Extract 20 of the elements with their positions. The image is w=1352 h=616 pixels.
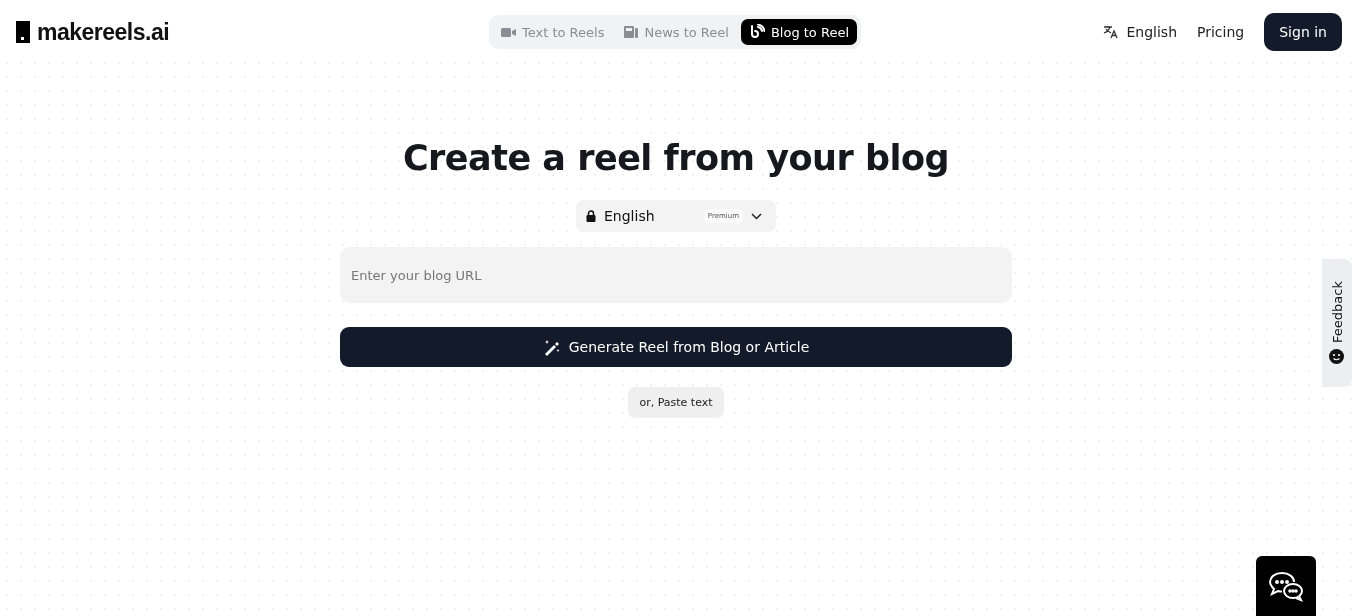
generate-button[interactable]: Generate Reel from Blog or Article (340, 327, 1012, 367)
url-input-field[interactable]: Enter your blog URL (340, 247, 1012, 303)
chat-bubbles-icon (1268, 570, 1304, 602)
video-camera-icon (500, 26, 516, 38)
mode-tab[interactable]: Blog to Reel (740, 19, 857, 45)
blog-feed-icon (748, 24, 765, 40)
logo-text[interactable]: makereels.ai (37, 18, 170, 46)
feedback-tab[interactable]: Feedback (1322, 259, 1352, 387)
smiley-icon (1329, 349, 1345, 365)
logo-icon (16, 21, 30, 43)
page-title: Create a reel from your blog (402, 138, 950, 178)
translate-icon (1103, 25, 1119, 39)
pricing-link[interactable]: Pricing (1197, 24, 1245, 40)
newspaper-icon (624, 26, 639, 38)
language-button[interactable]: English (1103, 24, 1178, 40)
selected-language: English (604, 208, 656, 224)
sign-in-button[interactable]: Sign in (1264, 13, 1342, 51)
chevron-down-icon (751, 212, 762, 220)
paste-text-button[interactable]: or, Paste text (628, 387, 724, 418)
chat-button[interactable] (1256, 556, 1316, 616)
